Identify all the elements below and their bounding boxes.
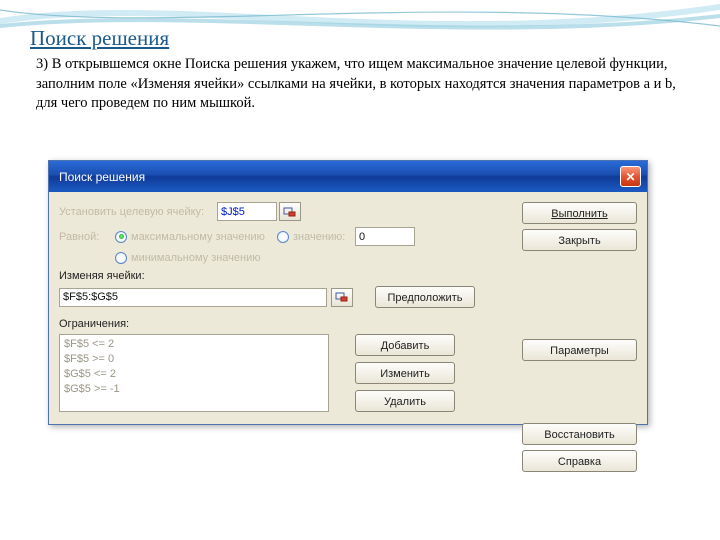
add-button[interactable]: Добавить [355,334,455,356]
solver-dialog: Поиск решения ✕ Выполнить Закрыть Параме… [48,160,648,425]
dialog-title: Поиск решения [59,170,145,184]
changing-cells-input[interactable] [59,288,327,307]
radio-value[interactable] [277,231,289,243]
constraint-item[interactable]: $F$5 <= 2 [64,337,324,352]
dialog-titlebar[interactable]: Поиск решения ✕ [49,161,647,192]
decorative-swoosh [0,0,720,48]
radio-min-label: минимальному значению [131,252,261,264]
step-number: 3) [36,56,48,72]
restore-button[interactable]: Восстановить [522,423,637,445]
radio-max-label: максимальному значению [131,231,277,243]
change-button[interactable]: Изменить [355,362,455,384]
execute-button[interactable]: Выполнить [522,202,637,224]
target-cell-input[interactable] [217,202,277,221]
constraints-list[interactable]: $F$5 <= 2 $F$5 >= 0 $G$5 <= 2 $G$5 >= -1 [59,334,329,412]
target-cell-label: Установить целевую ячейку: [59,206,217,218]
radio-min[interactable] [115,252,127,264]
radio-value-label: значению: [293,231,355,243]
constraint-item[interactable]: $F$5 >= 0 [64,352,324,367]
radio-max[interactable] [115,231,127,243]
equal-label: Равной: [59,231,115,243]
delete-button[interactable]: Удалить [355,390,455,412]
constraint-item[interactable]: $G$5 <= 2 [64,367,324,382]
close-icon[interactable]: ✕ [620,166,641,187]
constraint-item[interactable]: $G$5 >= -1 [64,382,324,397]
slide-body: 3) В открывшемся окне Поиска решения ука… [0,51,720,114]
close-button[interactable]: Закрыть [522,229,637,251]
help-button[interactable]: Справка [522,450,637,472]
guess-button[interactable]: Предположить [375,286,475,308]
params-button[interactable]: Параметры [522,339,637,361]
ref-picker-icon[interactable] [279,202,301,221]
value-input[interactable] [355,227,415,246]
ref-picker-icon[interactable] [331,288,353,307]
slide-text: В открывшемся окне Поиска решения укажем… [36,56,676,111]
